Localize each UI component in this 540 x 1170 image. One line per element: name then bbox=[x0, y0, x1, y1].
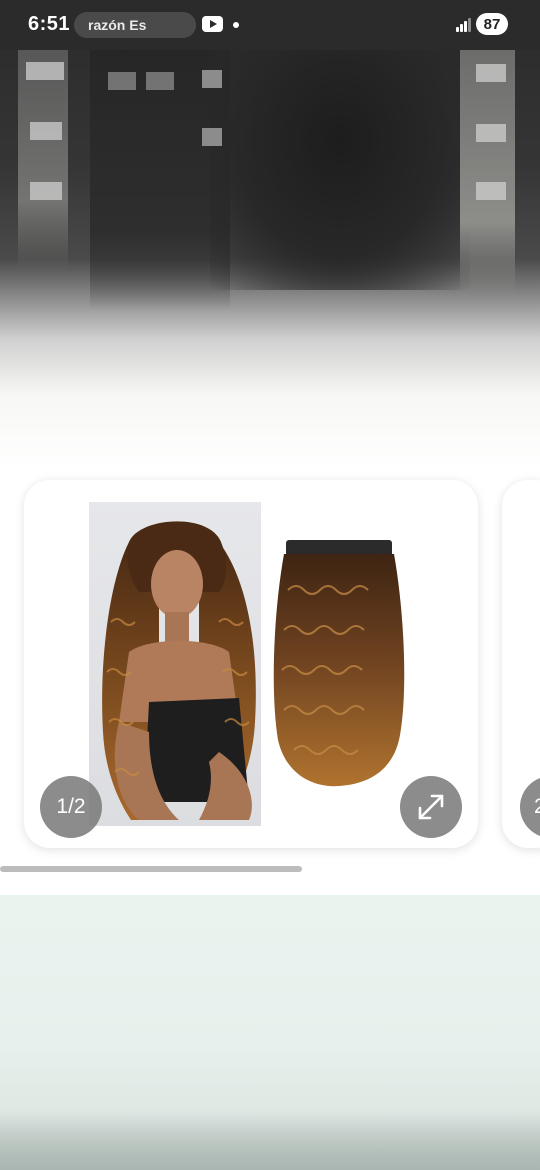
product-card[interactable]: 1/2 bbox=[24, 480, 478, 848]
image-counter-badge: 1/2 bbox=[40, 776, 102, 838]
model-photo[interactable] bbox=[89, 502, 261, 826]
status-time: 6:51 bbox=[28, 13, 71, 35]
model-photo-illustration bbox=[102, 521, 256, 820]
next-image-counter-badge: 2 bbox=[520, 776, 540, 838]
hair-extension-photo[interactable] bbox=[264, 530, 414, 790]
background-window bbox=[30, 122, 62, 140]
background-window bbox=[146, 72, 174, 90]
background-window bbox=[26, 62, 64, 80]
notification-dot-icon bbox=[233, 22, 239, 28]
now-playing-text: razón Es bbox=[88, 17, 147, 33]
next-product-card[interactable]: 2 bbox=[502, 480, 540, 848]
cellular-signal-icon bbox=[456, 16, 472, 32]
now-playing-pill[interactable]: razón Es bbox=[74, 12, 196, 38]
battery-icon: 87 bbox=[476, 13, 508, 35]
youtube-icon bbox=[202, 16, 223, 32]
expand-icon bbox=[418, 794, 444, 820]
background-window bbox=[476, 64, 506, 82]
background-window bbox=[476, 124, 506, 142]
background-window bbox=[30, 182, 62, 200]
background-window bbox=[202, 128, 222, 146]
product-image-carousel[interactable]: 1/2 2 bbox=[0, 476, 540, 856]
carousel-scroll-indicator-fill bbox=[0, 866, 303, 872]
background-window bbox=[202, 70, 222, 88]
expand-image-button[interactable] bbox=[400, 776, 462, 838]
status-bar: 6:51 razón Es 87 bbox=[0, 0, 540, 50]
hair-extension-illustration bbox=[273, 540, 405, 787]
background-video-frame bbox=[0, 0, 540, 470]
background-haze bbox=[0, 1110, 540, 1170]
background-shadow bbox=[210, 40, 470, 290]
carousel-scroll-indicator bbox=[0, 866, 540, 872]
background-window bbox=[108, 72, 136, 90]
background-window bbox=[476, 182, 506, 200]
